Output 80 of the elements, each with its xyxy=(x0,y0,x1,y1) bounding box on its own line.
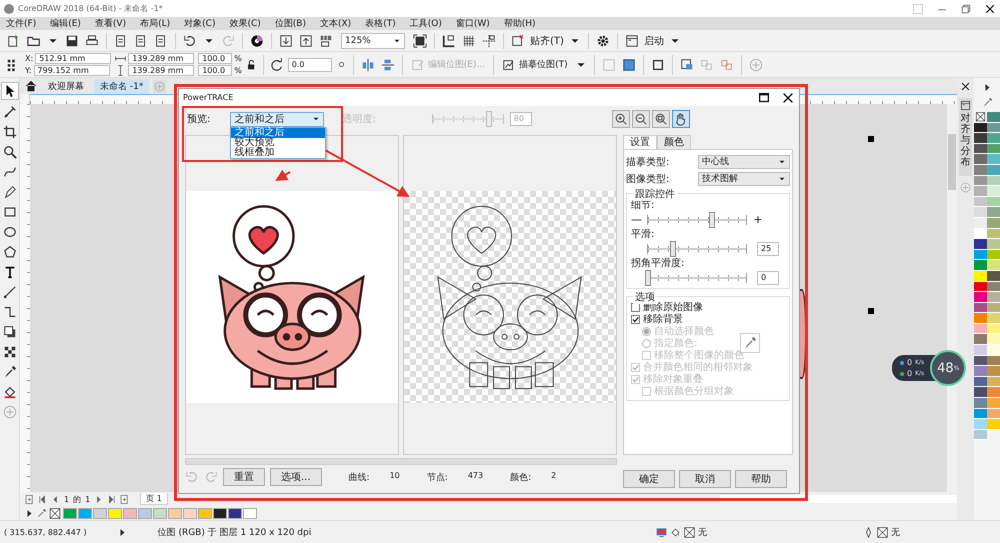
trace-bitmap-button[interactable]: 描摹位图(T) xyxy=(500,58,570,72)
menu-item[interactable]: 对象(C) xyxy=(184,17,216,30)
value-field[interactable]: 25 xyxy=(757,242,779,256)
menu-item[interactable]: 帮助(H) xyxy=(504,17,536,30)
dialog-button[interactable]: 取消 xyxy=(679,470,731,488)
speed-value: 0 xyxy=(907,358,912,367)
zoom-dropdown[interactable]: 125% xyxy=(341,32,405,48)
dialog-button[interactable]: 帮助 xyxy=(735,470,787,488)
launch-menu[interactable]: 启动 xyxy=(644,34,664,48)
dropdown-option[interactable]: 之前和之后 xyxy=(231,128,326,138)
trace-type-dropdown[interactable]: 中心线 xyxy=(698,154,790,168)
stat-label: 曲线: xyxy=(348,472,370,484)
group-title: 选项 xyxy=(633,290,657,304)
docker-tab[interactable]: 对齐与分布 xyxy=(959,98,972,176)
menu-item[interactable]: 窗口(W) xyxy=(456,17,490,30)
menu-item[interactable]: 文件(F) xyxy=(6,17,36,30)
rotation-field[interactable]: 0.0 xyxy=(288,58,332,72)
document-tab[interactable]: 未命名 -1* xyxy=(94,78,150,94)
dialog-title: PowerTRACE xyxy=(183,93,234,102)
option-label: 自动选择颜色 xyxy=(654,324,714,338)
field-label: X: xyxy=(25,54,34,63)
input-field[interactable]: 512.91 mm xyxy=(35,53,112,64)
document-tab[interactable]: 欢迎屏幕 xyxy=(42,78,90,94)
value-field[interactable]: 0 xyxy=(757,270,779,284)
field-label: Y: xyxy=(25,66,32,75)
stat-value: 473 xyxy=(468,470,484,482)
option-label: 合并颜色相同的相邻对象 xyxy=(643,360,753,374)
input-field[interactable]: 139.289 mm xyxy=(128,53,194,64)
input-field[interactable]: 100.0 xyxy=(198,53,232,64)
option-label: 移除整个图像的颜色 xyxy=(654,348,744,362)
option-label: 移除对象重叠 xyxy=(643,372,703,386)
option-label: 指定颜色: xyxy=(654,336,698,350)
menu-item[interactable]: 查看(V) xyxy=(94,17,126,30)
menu-item[interactable]: 工具(O) xyxy=(410,17,442,30)
field-label: 描摹类型: xyxy=(626,156,670,168)
field-label: 图像类型: xyxy=(626,172,670,186)
option-label: 移除背景 xyxy=(643,312,683,326)
page-tab[interactable]: 页 1 xyxy=(140,493,168,505)
menu-item[interactable]: 编辑(E) xyxy=(50,17,81,30)
option-label: 根据颜色分组对象 xyxy=(654,384,734,398)
image-type-dropdown[interactable]: 技术图解 xyxy=(698,172,790,186)
speed-value: 0 xyxy=(907,369,912,378)
field-label: 预览: xyxy=(187,113,210,126)
slider-label: 拐角平滑度: xyxy=(631,258,686,270)
action-button[interactable]: 重置 xyxy=(223,468,265,486)
stat-value: 2 xyxy=(551,470,556,482)
dropdown-option[interactable]: 较大预览 xyxy=(231,138,326,148)
settings-tab[interactable]: 颜色 xyxy=(657,135,691,149)
plus-glyph[interactable]: + xyxy=(753,213,763,226)
stat-label: 节点: xyxy=(426,472,448,484)
slider-label: 平滑: xyxy=(631,229,656,241)
menu-item[interactable]: 文本(X) xyxy=(320,17,352,30)
menu-item[interactable]: 位图(B) xyxy=(274,17,306,30)
menu-item[interactable]: 效果(C) xyxy=(229,17,261,30)
page-total: 1 xyxy=(84,494,92,504)
input-field[interactable]: 799.152 mm xyxy=(34,65,110,76)
input-field[interactable]: 100.0 xyxy=(198,65,232,76)
menu-item[interactable]: 表格(T) xyxy=(365,17,396,30)
object-info: 位图 (RGB) 于 图层 1 120 x 120 dpi xyxy=(158,526,312,538)
stat-label: 颜色: xyxy=(510,472,532,484)
menu-item[interactable]: 布局(L) xyxy=(140,17,170,30)
dialog-button[interactable]: 确定 xyxy=(623,470,675,488)
snap-menu[interactable]: 贴齐(T) xyxy=(530,34,564,48)
input-field[interactable]: 139.289 mm xyxy=(128,65,194,76)
unit-label: % xyxy=(234,66,242,75)
action-button[interactable]: 选项... xyxy=(270,468,322,486)
cursor-coordinates: ( 315.637, 882.447 ) xyxy=(4,528,87,536)
preview-dropdown[interactable]: 之前和之后 xyxy=(230,112,324,126)
page-number: 1 xyxy=(63,494,70,504)
stat-value: 10 xyxy=(390,470,400,482)
group-title: 跟踪控件 xyxy=(633,187,677,201)
usage-percent: 48 xyxy=(937,360,954,376)
fill-value: 无 xyxy=(698,526,707,538)
page-of-label: 的 xyxy=(72,494,82,504)
dropdown-option[interactable]: 线框叠加 xyxy=(231,148,326,158)
unit-label: % xyxy=(234,54,242,63)
outline-value: 无 xyxy=(891,526,900,538)
minus-glyph[interactable]: — xyxy=(631,213,641,226)
window-title: CoreDRAW 2018 (64-Bit) - 未命名 -1* xyxy=(18,3,163,14)
settings-tab[interactable]: 设置 xyxy=(623,135,657,149)
